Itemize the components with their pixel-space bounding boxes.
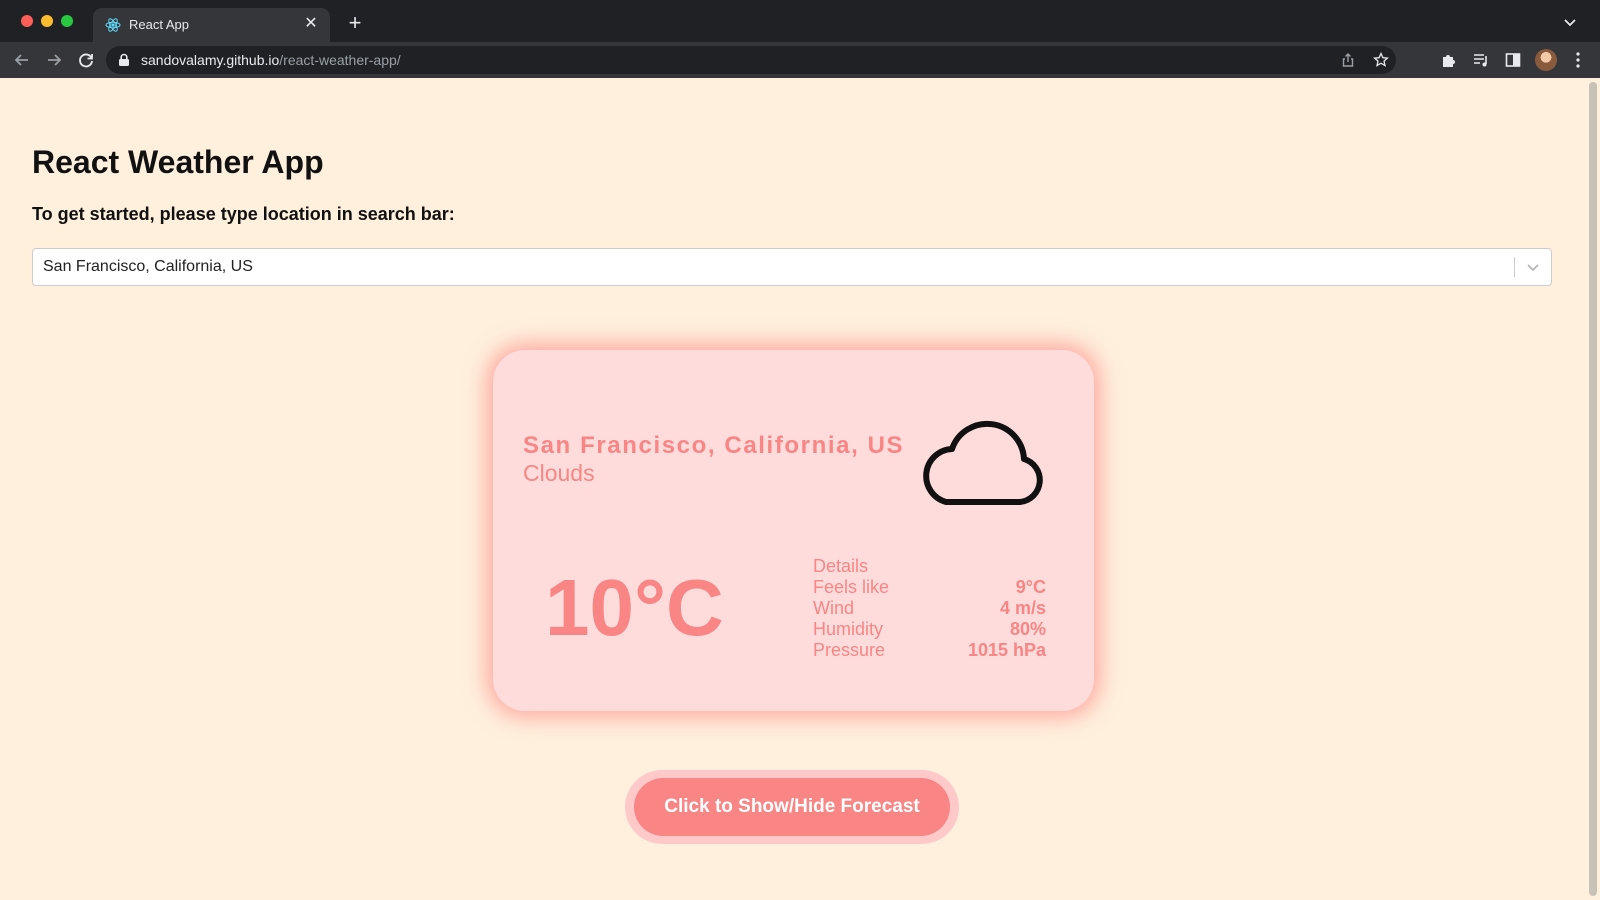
current-weather-card: San Francisco, California, US Clouds 10°… — [493, 350, 1094, 711]
url-path: /react-weather-app/ — [279, 52, 401, 68]
tab-title: React App — [129, 17, 189, 32]
share-icon[interactable] — [1340, 52, 1356, 68]
details-value: 80% — [1009, 619, 1046, 639]
back-arrow-icon[interactable] — [12, 50, 32, 70]
chevron-down-icon[interactable] — [1525, 259, 1541, 275]
lock-icon[interactable] — [118, 53, 130, 67]
details-row-pressure: Pressure 1015 hPa — [813, 640, 1046, 661]
scrollbar-thumb[interactable] — [1589, 82, 1597, 896]
bookmark-star-icon[interactable] — [1373, 52, 1389, 68]
search-selected-value[interactable]: San Francisco, California, US — [43, 258, 253, 276]
details-label: Feels like — [813, 577, 890, 597]
details-value: 1015 hPa — [967, 640, 1046, 660]
search-instruction: To get started, please type location in … — [32, 204, 455, 224]
new-tab-icon[interactable]: + — [345, 12, 365, 34]
toggle-forecast-button[interactable]: Click to Show/Hide Forecast — [634, 778, 950, 836]
maximize-window-button[interactable] — [61, 15, 73, 27]
address-bar[interactable]: sandovalamy.github.io/react-weather-app/ — [106, 46, 1396, 74]
profile-avatar[interactable] — [1535, 49, 1557, 71]
url-host: sandovalamy.github.io — [141, 52, 280, 68]
details-row-humidity: Humidity 80% — [813, 619, 1046, 640]
details-label: Wind — [813, 598, 855, 618]
location-search-select[interactable]: San Francisco, California, US — [32, 248, 1552, 286]
forecast-button-focus-ring: Click to Show/Hide Forecast — [625, 770, 959, 844]
weather-details: Details Feels like 9°C Wind 4 m/s Humidi… — [813, 556, 1046, 661]
react-logo-icon — [105, 18, 121, 32]
extensions-puzzle-icon[interactable] — [1440, 51, 1458, 69]
minimize-window-button[interactable] — [41, 15, 53, 27]
details-label: Pressure — [813, 640, 886, 660]
details-row-wind: Wind 4 m/s — [813, 598, 1046, 619]
browser-toolbar: sandovalamy.github.io/react-weather-app/ — [0, 42, 1600, 78]
details-header-row: Details — [813, 556, 1046, 577]
close-window-button[interactable] — [21, 15, 33, 27]
select-separator — [1514, 257, 1515, 277]
page-title: React Weather App — [32, 144, 324, 180]
more-menu-icon[interactable] — [1574, 51, 1582, 69]
tab-close-icon[interactable]: ✕ — [302, 15, 320, 33]
weather-description: Clouds — [523, 460, 595, 486]
reload-icon[interactable] — [76, 50, 96, 70]
details-title: Details — [813, 556, 869, 576]
browser-tab-active[interactable]: React App ✕ — [93, 8, 330, 42]
details-row-feels-like: Feels like 9°C — [813, 577, 1046, 598]
weather-city: San Francisco, California, US — [523, 432, 905, 459]
page-viewport: React Weather App To get started, please… — [0, 78, 1600, 900]
browser-tab-strip: React App ✕ + — [0, 0, 1600, 42]
current-temperature: 10°C — [545, 563, 724, 652]
forward-arrow-icon[interactable] — [44, 50, 64, 70]
url-text: sandovalamy.github.io/react-weather-app/ — [141, 52, 401, 68]
details-value: 9°C — [1015, 577, 1046, 597]
page-scrollbar[interactable] — [1586, 78, 1600, 900]
media-controls-icon[interactable] — [1472, 51, 1490, 69]
details-label: Humidity — [813, 619, 884, 639]
details-value: 4 m/s — [999, 598, 1046, 618]
cloud-icon — [923, 420, 1043, 505]
tab-search-chevron-icon[interactable] — [1562, 14, 1578, 30]
side-panel-icon[interactable] — [1504, 51, 1522, 69]
